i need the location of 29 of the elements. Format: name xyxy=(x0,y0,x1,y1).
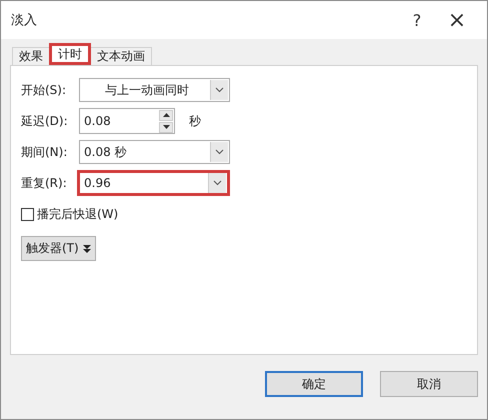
field-label: 延迟(D): xyxy=(21,112,69,130)
field-label: 重复(R): xyxy=(21,174,68,192)
dropdown-value: 0.96 xyxy=(83,176,112,190)
caret-icon xyxy=(215,87,224,93)
caret-icon xyxy=(213,180,222,186)
spin-up-icon[interactable] xyxy=(159,110,173,120)
field-label: 开始(S): xyxy=(21,82,68,98)
dropdown[interactable]: 0.08 秒 xyxy=(79,140,230,164)
dropdown[interactable]: 0.96 xyxy=(77,170,230,196)
window-title: 淡入 xyxy=(11,12,38,29)
dropdown-value: 与上一动画同时 xyxy=(104,82,190,98)
spin-down-icon[interactable] xyxy=(159,122,173,132)
dropdown-value: 0.08 秒 xyxy=(83,144,128,160)
close-button[interactable]: × xyxy=(437,5,477,35)
checkbox-label[interactable]: 播完后快退(W) xyxy=(37,206,118,223)
tab[interactable]: 效果 xyxy=(12,47,50,65)
tab[interactable]: 计时 xyxy=(49,43,91,65)
field-label: 期间(N): xyxy=(21,144,68,160)
trigger-button[interactable]: 触发器(T) xyxy=(21,236,96,261)
tab[interactable]: 文本动画 xyxy=(90,47,152,65)
dialog-button[interactable]: 确定 xyxy=(265,371,363,397)
caret-icon xyxy=(215,149,224,155)
double-caret-icon xyxy=(82,244,91,254)
help-button[interactable]: ? xyxy=(397,5,437,35)
checkbox[interactable] xyxy=(21,208,34,221)
spin-field[interactable]: 0.08 xyxy=(79,108,175,134)
dialog-button[interactable]: 取消 xyxy=(380,371,478,397)
unit-label: 秒 xyxy=(189,112,201,130)
dropdown[interactable]: 与上一动画同时 xyxy=(79,78,230,102)
